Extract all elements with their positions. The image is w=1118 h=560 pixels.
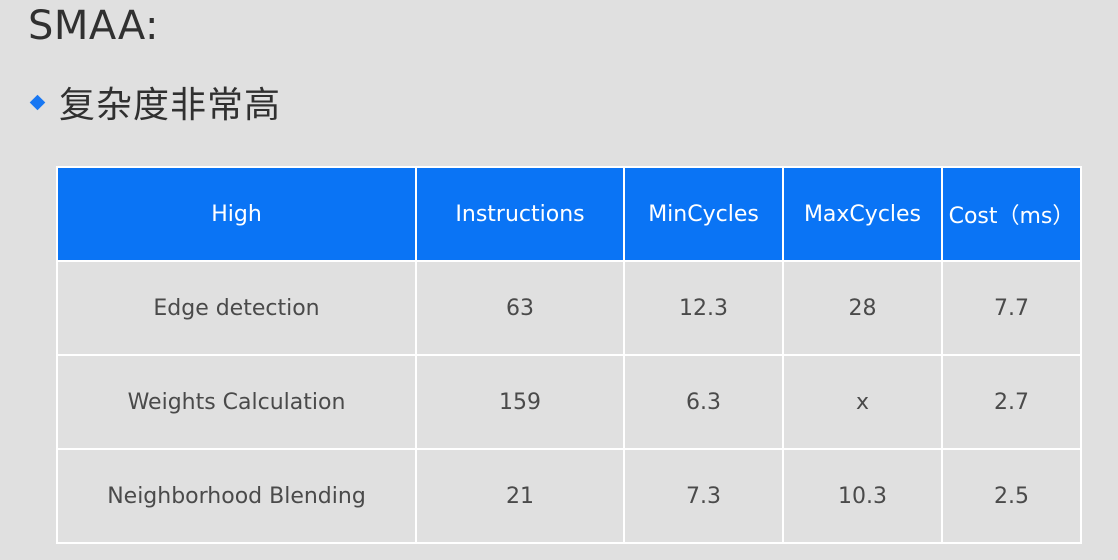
table-cell: 7.3 [623, 448, 784, 544]
table-cell: 6.3 [623, 354, 784, 450]
table-cell: 12.3 [623, 260, 784, 356]
table-cell: Neighborhood Blending [56, 448, 417, 544]
slide-title: SMAA: [28, 3, 160, 49]
column-header: MaxCycles [782, 166, 943, 262]
table-cell: Weights Calculation [56, 354, 417, 450]
table-row: Edge detection 63 12.3 28 7.7 [56, 260, 1082, 356]
table-cell: 10.3 [782, 448, 943, 544]
table-row: Neighborhood Blending 21 7.3 10.3 2.5 [56, 448, 1082, 544]
table-cell: Edge detection [56, 260, 417, 356]
bullet-text: 复杂度非常高 [59, 85, 282, 126]
table-cell: 2.5 [941, 448, 1082, 544]
diamond-bullet-icon [29, 94, 46, 110]
table-cell: 159 [415, 354, 625, 450]
table-cell: 28 [782, 260, 943, 356]
performance-table: High Instructions MinCycles MaxCycles Co… [56, 166, 1082, 544]
table-header-row: High Instructions MinCycles MaxCycles Co… [56, 166, 1082, 262]
column-header: MinCycles [623, 166, 784, 262]
column-header: Cost（ms） [941, 166, 1082, 262]
table-cell: 21 [415, 448, 625, 544]
bullet-item: 复杂度非常高 [29, 78, 282, 126]
table-cell: x [782, 354, 943, 450]
table-cell: 7.7 [941, 260, 1082, 356]
table-cell: 63 [415, 260, 625, 356]
table-cell: 2.7 [941, 354, 1082, 450]
table-row: Weights Calculation 159 6.3 x 2.7 [56, 354, 1082, 450]
column-header: Instructions [415, 166, 625, 262]
column-header: High [56, 166, 417, 262]
